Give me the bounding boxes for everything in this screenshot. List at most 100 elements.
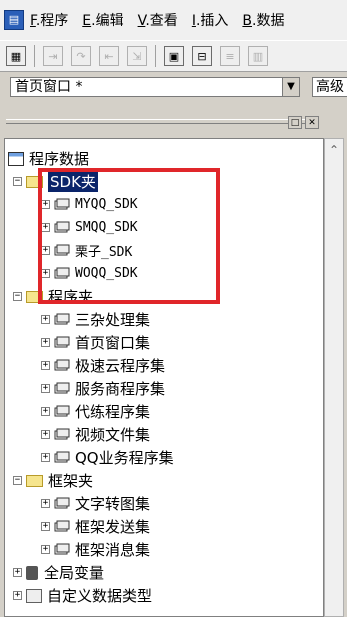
tree-item[interactable]: + WOQQ_SDK bbox=[41, 262, 138, 285]
expand-icon[interactable]: + bbox=[13, 591, 22, 600]
expand-icon[interactable]: + bbox=[41, 361, 50, 370]
module-icon bbox=[54, 542, 70, 558]
expand-icon[interactable]: + bbox=[41, 269, 50, 278]
toolbar-separator bbox=[34, 45, 35, 67]
tree-root[interactable]: 程序数据 bbox=[8, 147, 89, 170]
menu-view[interactable]: V.查看 bbox=[138, 10, 178, 30]
align-icon[interactable]: ≡ bbox=[220, 46, 240, 66]
window-select[interactable]: 首页窗口 * ▼ bbox=[10, 77, 300, 97]
module-icon bbox=[54, 312, 70, 328]
collapse-icon[interactable]: − bbox=[13, 476, 22, 485]
tree-folder-frame[interactable]: − 框架夹 bbox=[13, 469, 93, 492]
module-icon bbox=[54, 358, 70, 374]
expand-icon[interactable]: + bbox=[41, 499, 50, 508]
tree-item[interactable]: + 框架消息集 bbox=[41, 538, 150, 561]
combo-row: 首页窗口 * ▼ 高级 bbox=[0, 73, 347, 101]
tree-item[interactable]: + MYQQ_SDK bbox=[41, 193, 138, 216]
folder-icon bbox=[26, 290, 43, 303]
global-variable-icon bbox=[26, 565, 38, 580]
menu-edit[interactable]: E.编辑 bbox=[82, 10, 123, 30]
app-icon[interactable]: ▤ bbox=[4, 10, 24, 30]
module-icon bbox=[54, 220, 70, 236]
expand-icon[interactable]: + bbox=[41, 200, 50, 209]
tree-item[interactable]: + 框架发送集 bbox=[41, 515, 150, 538]
tree-item-label: 文字转图集 bbox=[75, 495, 151, 513]
expand-icon[interactable]: + bbox=[41, 223, 50, 232]
tree-folder-label: SDK夹 bbox=[48, 171, 98, 192]
scroll-up-icon[interactable]: ⌃ bbox=[325, 143, 343, 159]
expand-icon[interactable]: + bbox=[41, 545, 50, 554]
tree-item-label: 首页窗口集 bbox=[75, 334, 151, 352]
tree-folder-program[interactable]: − 程序夹 bbox=[13, 285, 93, 308]
panel-gap bbox=[0, 101, 347, 115]
grid-icon[interactable]: ▦ bbox=[6, 46, 26, 66]
expand-icon[interactable]: + bbox=[41, 453, 50, 462]
tree-item[interactable]: + 代练程序集 bbox=[41, 400, 150, 423]
tree-global-vars[interactable]: + 全局变量 bbox=[13, 561, 104, 584]
menu-insert[interactable]: I.插入 bbox=[192, 10, 229, 30]
table-icon[interactable]: ▥ bbox=[248, 46, 268, 66]
menu-data[interactable]: B.数据 bbox=[242, 10, 284, 30]
tree-item-label: 自定义数据类型 bbox=[47, 587, 153, 605]
run-to-icon[interactable]: ⇲ bbox=[127, 46, 147, 66]
step-out-icon[interactable]: ⇤ bbox=[99, 46, 119, 66]
tree-item[interactable]: + 栗子_SDK bbox=[41, 239, 132, 262]
tree-item-label: QQ业务程序集 bbox=[75, 449, 174, 467]
program-data-icon bbox=[8, 151, 24, 166]
module-icon bbox=[54, 427, 70, 443]
expand-icon[interactable]: + bbox=[41, 407, 50, 416]
tree-item[interactable]: + SMQQ_SDK bbox=[41, 216, 138, 239]
tree-item[interactable]: + 三杂处理集 bbox=[41, 308, 150, 331]
tree-item-label: 三杂处理集 bbox=[75, 311, 151, 329]
tree-item[interactable]: + 服务商程序集 bbox=[41, 377, 165, 400]
module-icon bbox=[54, 266, 70, 282]
tree-item-label: 服务商程序集 bbox=[75, 380, 166, 398]
collapse-icon[interactable]: − bbox=[13, 177, 22, 186]
secondary-select[interactable]: 高级 bbox=[312, 77, 347, 97]
tree-item-label: 栗子_SDK bbox=[75, 245, 133, 260]
tree-item-label: 全局变量 bbox=[44, 564, 105, 582]
tree-item-label: 极速云程序集 bbox=[75, 357, 166, 375]
tree-folder-label: 程序夹 bbox=[48, 288, 94, 306]
maximize-icon[interactable]: □ bbox=[288, 116, 302, 129]
toolbar-separator bbox=[155, 45, 156, 67]
expand-icon[interactable]: + bbox=[13, 568, 22, 577]
chevron-down-icon[interactable]: ▼ bbox=[282, 78, 299, 96]
module-icon bbox=[54, 519, 70, 535]
step-over-icon[interactable]: ↷ bbox=[71, 46, 91, 66]
expand-icon[interactable]: + bbox=[41, 522, 50, 531]
tree-item[interactable]: + QQ业务程序集 bbox=[41, 446, 174, 469]
window-icon[interactable]: ▣ bbox=[164, 46, 184, 66]
tree-custom-types[interactable]: + 自定义数据类型 bbox=[13, 584, 152, 607]
tree-item-label: 代练程序集 bbox=[75, 403, 151, 421]
tree-item[interactable]: + 极速云程序集 bbox=[41, 354, 165, 377]
folder-icon bbox=[26, 474, 43, 487]
tree-item[interactable]: + 视频文件集 bbox=[41, 423, 150, 446]
step-into-icon[interactable]: ⇥ bbox=[43, 46, 63, 66]
collapse-icon[interactable]: − bbox=[13, 292, 22, 301]
pane-grip[interactable] bbox=[6, 119, 307, 124]
folder-icon bbox=[26, 175, 43, 188]
center-icon[interactable]: ⊟ bbox=[192, 46, 212, 66]
module-icon bbox=[54, 197, 70, 213]
expand-icon[interactable]: + bbox=[41, 338, 50, 347]
expand-icon[interactable]: + bbox=[41, 384, 50, 393]
close-icon[interactable]: ✕ bbox=[305, 116, 319, 129]
module-icon bbox=[54, 335, 70, 351]
expand-icon[interactable]: + bbox=[41, 315, 50, 324]
tree-folder-sdk[interactable]: − SDK夹 bbox=[13, 170, 98, 193]
tree-item[interactable]: + 文字转图集 bbox=[41, 492, 150, 515]
tree-scrollbar[interactable]: ⌃ bbox=[324, 138, 344, 617]
pane-header: □ ✕ bbox=[0, 115, 347, 131]
menu-program[interactable]: F.程序 bbox=[30, 10, 68, 30]
tree-item-label: 框架消息集 bbox=[75, 541, 151, 559]
tree-item-label: 视频文件集 bbox=[75, 426, 151, 444]
expand-icon[interactable]: + bbox=[41, 430, 50, 439]
data-type-icon bbox=[26, 588, 42, 603]
tree-item[interactable]: + 首页窗口集 bbox=[41, 331, 150, 354]
expand-icon[interactable]: + bbox=[41, 246, 50, 255]
menu-bar: ▤ F.程序 E.编辑 V.查看 I.插入 B.数据 bbox=[0, 0, 347, 40]
project-tree[interactable]: 程序数据 − SDK夹 + MYQQ_SDK + SMQQ_SDK + 栗子_S… bbox=[4, 138, 324, 617]
module-icon bbox=[54, 450, 70, 466]
tree-folder-label: 框架夹 bbox=[48, 472, 94, 490]
